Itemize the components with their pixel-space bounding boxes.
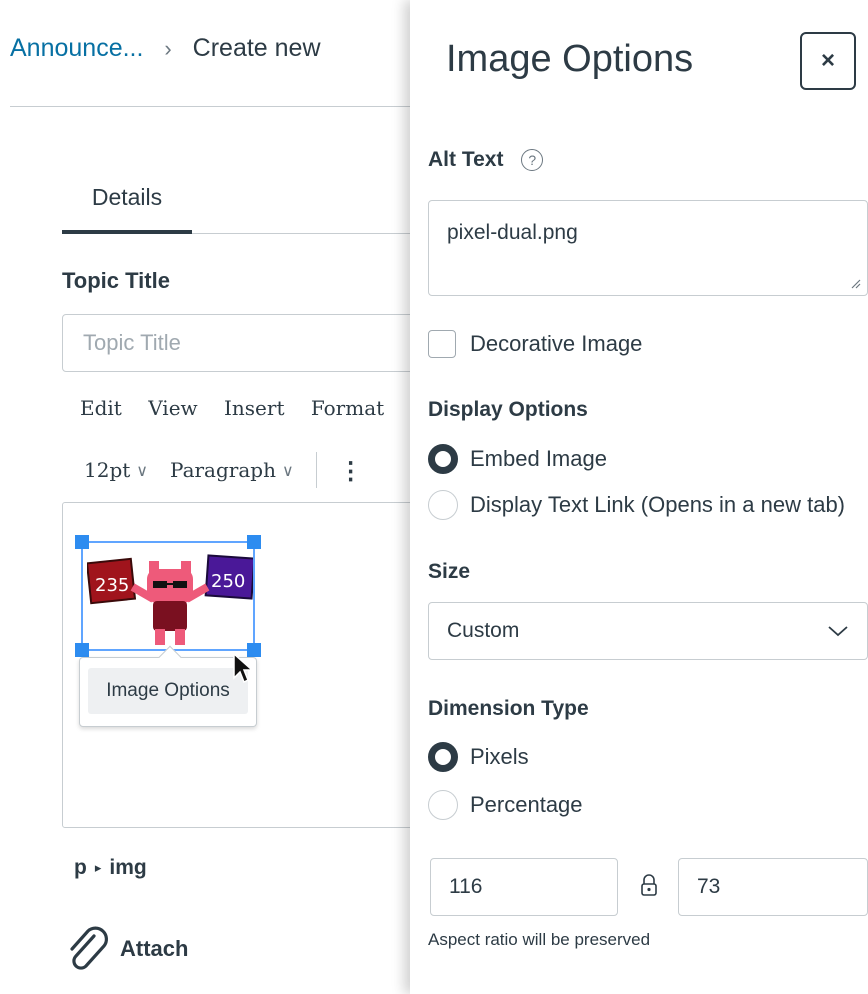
menu-edit[interactable]: Edit [80,396,122,420]
mouse-cursor-icon [233,652,254,684]
path-img[interactable]: img [109,856,146,880]
close-icon: × [820,47,835,74]
embed-image-radio[interactable] [428,444,458,474]
pixels-label: Pixels [470,744,529,769]
display-options-label: Display Options [428,398,588,421]
resize-grip-icon[interactable] [849,277,861,289]
resize-handle-top-right[interactable] [247,535,261,549]
attach-label: Attach [120,936,189,961]
percentage-radio[interactable] [428,790,458,820]
breadcrumb-separator-icon: › [164,36,172,61]
display-text-link-radio[interactable] [428,490,458,520]
alt-text-label-text: Alt Text [428,148,504,171]
path-p[interactable]: p [74,856,87,880]
attach-button[interactable]: Attach [64,926,188,972]
pixels-option[interactable]: Pixels [428,742,529,772]
alt-text-value: pixel-dual.png [447,221,578,244]
editor-toolbar: 12pt ∨ Paragraph ∨ ⋮ [84,452,363,488]
image-options-tray: Image Options × Alt Text ? pixel-dual.pn… [410,0,868,994]
image-right-number: 250 [211,571,245,592]
tab-details[interactable]: Details [62,180,192,234]
embed-image-option[interactable]: Embed Image [428,444,607,474]
tray-title: Image Options [446,38,694,80]
menu-format[interactable]: Format [311,396,384,420]
display-text-link-option[interactable]: Display Text Link (Opens in a new tab) [428,490,845,520]
topic-title-label: Topic Title [62,268,170,293]
image-left-number: 235 [95,575,129,596]
more-options-icon[interactable]: ⋮ [339,456,363,485]
pixel-dual-image: 235 250 [87,554,253,645]
menu-insert[interactable]: Insert [224,396,284,420]
paperclip-icon [70,926,108,970]
breadcrumb-current: Create new [192,34,321,62]
percentage-label: Percentage [470,792,583,817]
display-text-link-label: Display Text Link (Opens in a new tab) [470,492,845,517]
size-label: Size [428,560,471,583]
breadcrumb: Announce... › Create new [10,34,321,63]
height-input[interactable]: 73 [678,858,868,916]
close-button[interactable]: × [800,32,856,90]
chevron-down-icon [828,626,848,637]
percentage-option[interactable]: Percentage [428,790,583,820]
font-size-dropdown[interactable]: 12pt ∨ [84,458,148,482]
decorative-image-option[interactable]: Decorative Image [428,330,642,358]
height-value: 73 [697,875,721,898]
alt-text-label: Alt Text ? [428,148,544,172]
chevron-down-icon: ∨ [136,460,149,480]
element-path: p ▸ img [74,856,147,880]
decorative-image-label: Decorative Image [470,331,643,356]
resize-handle-bottom-left[interactable] [75,643,89,657]
selected-image[interactable]: 235 250 [75,535,261,657]
chevron-down-icon: ∨ [281,460,294,480]
menu-view[interactable]: View [148,396,197,420]
path-arrow-icon: ▸ [94,860,102,875]
width-value: 116 [449,875,483,898]
dimension-type-label: Dimension Type [428,697,589,720]
alt-text-textarea[interactable]: pixel-dual.png [428,200,868,296]
image-options-button[interactable]: Image Options [88,668,248,714]
header-divider [10,106,430,107]
resize-handle-top-left[interactable] [75,535,89,549]
lock-icon [641,874,657,896]
toolbar-divider [315,452,317,488]
size-select-value: Custom [447,619,520,642]
pixels-radio[interactable] [428,742,458,772]
decorative-image-checkbox[interactable] [428,330,456,358]
embed-image-label: Embed Image [470,446,607,471]
breadcrumb-parent-link[interactable]: Announce... [10,34,143,62]
image-options-popup: Image Options [79,645,257,727]
block-format-value: Paragraph [170,458,276,482]
block-format-dropdown[interactable]: Paragraph ∨ [170,458,294,482]
editor-menubar: Edit View Insert Format [80,396,404,420]
width-input[interactable]: 116 [430,858,618,916]
font-size-value: 12pt [84,458,131,482]
tab-bar: Details [62,180,422,234]
aspect-ratio-hint: Aspect ratio will be preserved [428,930,651,949]
size-select[interactable]: Custom [428,602,868,660]
help-icon[interactable]: ? [521,149,544,172]
topic-title-input[interactable] [62,314,422,372]
